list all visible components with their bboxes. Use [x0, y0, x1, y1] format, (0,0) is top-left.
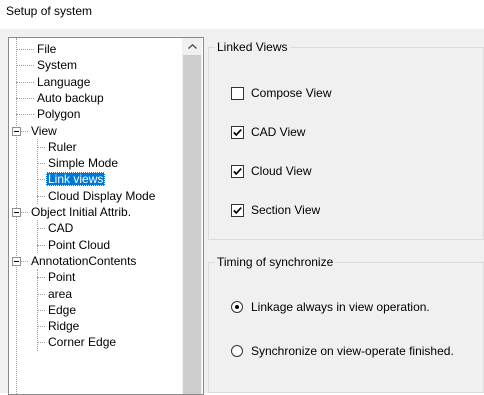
tree-connector — [37, 293, 45, 295]
tree-item-label: Language — [37, 74, 91, 89]
linked-views-title: Linked Views — [215, 40, 290, 54]
tree-item-label: View — [31, 123, 57, 138]
checkbox[interactable] — [231, 126, 244, 139]
tree-connector — [37, 220, 38, 253]
tree-item[interactable]: AnnotationContents — [12, 253, 138, 269]
check-icon — [233, 129, 242, 137]
tree-item[interactable]: Link views — [37, 171, 106, 187]
option-label: Synchronize on view-operate finished. — [251, 344, 454, 358]
tree-item[interactable]: File — [16, 41, 58, 57]
window-title: Setup of system — [6, 4, 93, 18]
tree-item-label: Simple Mode — [48, 156, 119, 171]
tree-item-label: Ruler — [48, 139, 77, 154]
tree-item-label: File — [37, 42, 57, 56]
tree-item-label: area — [48, 286, 73, 301]
checkbox[interactable] — [231, 87, 244, 100]
tree-item[interactable]: Corner Edge — [37, 334, 118, 350]
collapse-icon[interactable] — [12, 208, 21, 217]
option-label: Section View — [251, 203, 321, 217]
settings-tree[interactable]: File System Language Auto backup Polygon View… — [8, 37, 204, 395]
tree-connector — [37, 326, 45, 328]
tree-item[interactable]: Point Cloud — [37, 237, 112, 253]
tree-item-label: Object Initial Attrib. — [31, 205, 132, 219]
tree-item-label: Polygon — [37, 107, 81, 122]
tree-connector — [16, 81, 34, 83]
tree-item[interactable]: Ruler — [37, 139, 79, 155]
checkbox[interactable] — [231, 165, 244, 178]
collapse-icon[interactable] — [12, 256, 21, 266]
tree-connector — [37, 228, 45, 230]
tree-item-label: Ridge — [48, 319, 80, 334]
tree-item[interactable]: Language — [16, 74, 92, 90]
tree-connector — [37, 244, 45, 246]
scroll-thumb[interactable] — [183, 55, 201, 394]
tree-item-label: System — [37, 58, 78, 73]
tree-connector — [16, 97, 34, 99]
radio-dot-icon — [235, 305, 239, 309]
tree-connector — [37, 342, 45, 344]
option-label: Cloud View — [251, 164, 312, 178]
timing-title: Timing of synchronize — [215, 255, 336, 269]
tree-connector — [37, 138, 38, 204]
tree-item[interactable]: area — [37, 286, 74, 302]
tree-item[interactable]: Cloud Display Mode — [37, 188, 157, 204]
tree-item[interactable]: Object Initial Attrib. — [12, 204, 133, 220]
option-label: CAD View — [251, 125, 306, 139]
tree-item[interactable]: Simple Mode — [37, 155, 120, 171]
tree-item-label: AnnotationContents — [31, 253, 137, 268]
tree-connector — [37, 309, 45, 311]
radio-button[interactable] — [231, 301, 243, 313]
option-label: Compose View — [251, 86, 332, 100]
tree-item-label: Link views — [46, 172, 106, 187]
tree-connector — [16, 49, 34, 50]
tree-scrollbar[interactable] — [182, 38, 202, 394]
tree-item-label: Point Cloud — [48, 237, 111, 252]
tree-item[interactable]: Auto backup — [16, 90, 106, 106]
tree-item-label: Point — [48, 270, 76, 285]
tree-connector — [37, 277, 45, 279]
tree-item[interactable]: Polygon — [16, 106, 82, 122]
check-icon — [233, 168, 242, 176]
checkbox[interactable] — [231, 204, 244, 217]
check-icon — [233, 207, 242, 215]
tree-item-label: Cloud Display Mode — [48, 188, 156, 203]
tree-item[interactable]: Ridge — [37, 318, 81, 334]
linked-views-group: Linked Views Compose View CAD View Cloud V… — [208, 40, 484, 240]
tree-connector — [16, 65, 34, 67]
tree-item-label: Corner Edge — [48, 335, 117, 350]
tree-item[interactable]: Edge — [37, 302, 78, 318]
tree-item[interactable]: Point — [37, 269, 77, 285]
chevron-up-icon — [187, 44, 197, 49]
tree-item[interactable]: CAD — [37, 220, 75, 236]
tree-connector — [37, 163, 45, 165]
tree-item-label: Auto backup — [37, 90, 104, 105]
tree-item-label: Edge — [48, 302, 77, 317]
tree-connector — [37, 179, 45, 181]
option-label: Linkage always in view operation. — [251, 300, 430, 314]
radio-button[interactable] — [231, 345, 243, 357]
tree-connector — [16, 114, 34, 116]
collapse-icon[interactable] — [12, 126, 21, 136]
timing-group: Timing of synchronize Linkage always in … — [208, 255, 484, 393]
tree-item[interactable]: View — [12, 123, 59, 139]
tree-item-label: CAD — [48, 221, 74, 236]
tree-connector — [37, 146, 45, 148]
tree-item[interactable]: System — [16, 57, 79, 73]
tree-connector — [37, 195, 45, 197]
scroll-up-button[interactable] — [182, 38, 202, 55]
